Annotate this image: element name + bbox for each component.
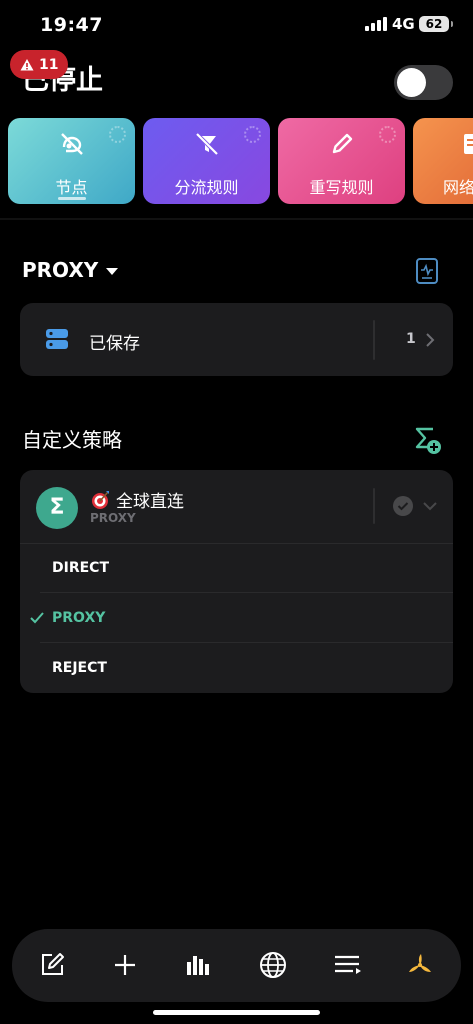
network-type: 4G xyxy=(392,15,415,33)
policy-name-row[interactable]: 全球直连 xyxy=(90,487,184,512)
option-proxy[interactable]: PROXY xyxy=(52,610,105,626)
tile-rewrite-rules[interactable]: 重写规则 xyxy=(278,118,405,204)
policy-card: Σ 全球直连 PROXY DIRECT PROXY REJECT xyxy=(20,470,453,693)
tile-label: 分流规则 xyxy=(174,178,239,197)
document-icon xyxy=(464,134,473,154)
separator xyxy=(373,320,375,360)
tile-network[interactable]: 网络 xyxy=(413,118,473,204)
loading-indicator-icon xyxy=(109,126,126,143)
saved-count: 1 xyxy=(406,331,416,347)
warning-icon xyxy=(20,58,34,70)
policy-name: 全球直连 xyxy=(116,492,184,512)
proxy-group-selector[interactable]: PROXY xyxy=(22,258,119,282)
loading-indicator-icon xyxy=(244,126,261,143)
active-indicator xyxy=(57,197,86,200)
saved-proxies-row[interactable]: 已保存 1 xyxy=(20,303,453,376)
policy-avatar: Σ xyxy=(36,487,78,529)
add-icon xyxy=(115,955,135,975)
tile-label: 重写规则 xyxy=(309,178,374,197)
tile-nodes[interactable]: 节点 xyxy=(8,118,135,204)
row-divider xyxy=(40,642,453,643)
separator xyxy=(373,488,375,524)
fan-button[interactable] xyxy=(404,949,436,981)
chevron-down-icon[interactable] xyxy=(423,501,437,511)
tile-label: 网络 xyxy=(443,178,473,197)
caret-down-icon xyxy=(106,267,119,275)
proxy-group-title: PROXY xyxy=(22,258,99,282)
fan-icon xyxy=(409,954,431,972)
node-off-icon xyxy=(60,133,83,155)
list-button[interactable] xyxy=(332,949,364,981)
custom-policy-title: 自定义策略 xyxy=(22,428,122,452)
list-icon xyxy=(335,955,361,974)
stats-icon xyxy=(187,956,209,975)
globe-icon xyxy=(260,952,286,978)
chevron-right-icon xyxy=(426,333,435,347)
cellular-signal-icon xyxy=(365,17,387,31)
battery-icon: 62 xyxy=(419,16,453,32)
log-document-icon[interactable] xyxy=(415,257,439,285)
toggle-knob xyxy=(397,68,426,97)
checkmark-circle-icon[interactable] xyxy=(393,496,413,516)
loading-indicator-icon xyxy=(379,126,396,143)
section-divider xyxy=(0,218,473,220)
pencil-icon xyxy=(332,133,352,154)
edit-icon xyxy=(42,953,64,975)
row-divider xyxy=(40,592,453,593)
tile-split-rules[interactable]: 分流规则 xyxy=(143,118,270,204)
add-policy-icon[interactable] xyxy=(414,425,442,455)
vpn-toggle[interactable] xyxy=(394,65,453,100)
status-time: 19:47 xyxy=(40,14,103,36)
target-icon xyxy=(92,490,109,509)
row-divider xyxy=(20,543,453,544)
stats-button[interactable] xyxy=(183,949,215,981)
globe-button[interactable] xyxy=(257,949,289,981)
saved-label: 已保存 xyxy=(89,334,140,354)
server-icon xyxy=(46,329,68,349)
checkmark-icon xyxy=(30,612,44,624)
tile-label: 节点 xyxy=(55,178,88,197)
edit-button[interactable] xyxy=(36,949,68,981)
home-indicator xyxy=(153,1010,320,1015)
status-bar: 19:47 4G 62 xyxy=(0,0,473,50)
policy-subtitle: PROXY xyxy=(90,511,136,525)
add-button[interactable] xyxy=(109,949,141,981)
rule-off-icon xyxy=(195,132,218,156)
alert-badge[interactable]: 11 xyxy=(10,50,69,79)
alert-count: 11 xyxy=(39,56,59,73)
feature-tiles: 节点 分流规则 重写规则 网络 xyxy=(0,118,473,206)
bottom-toolbar xyxy=(12,929,461,1002)
option-direct[interactable]: DIRECT xyxy=(52,560,109,576)
option-reject[interactable]: REJECT xyxy=(52,660,107,676)
